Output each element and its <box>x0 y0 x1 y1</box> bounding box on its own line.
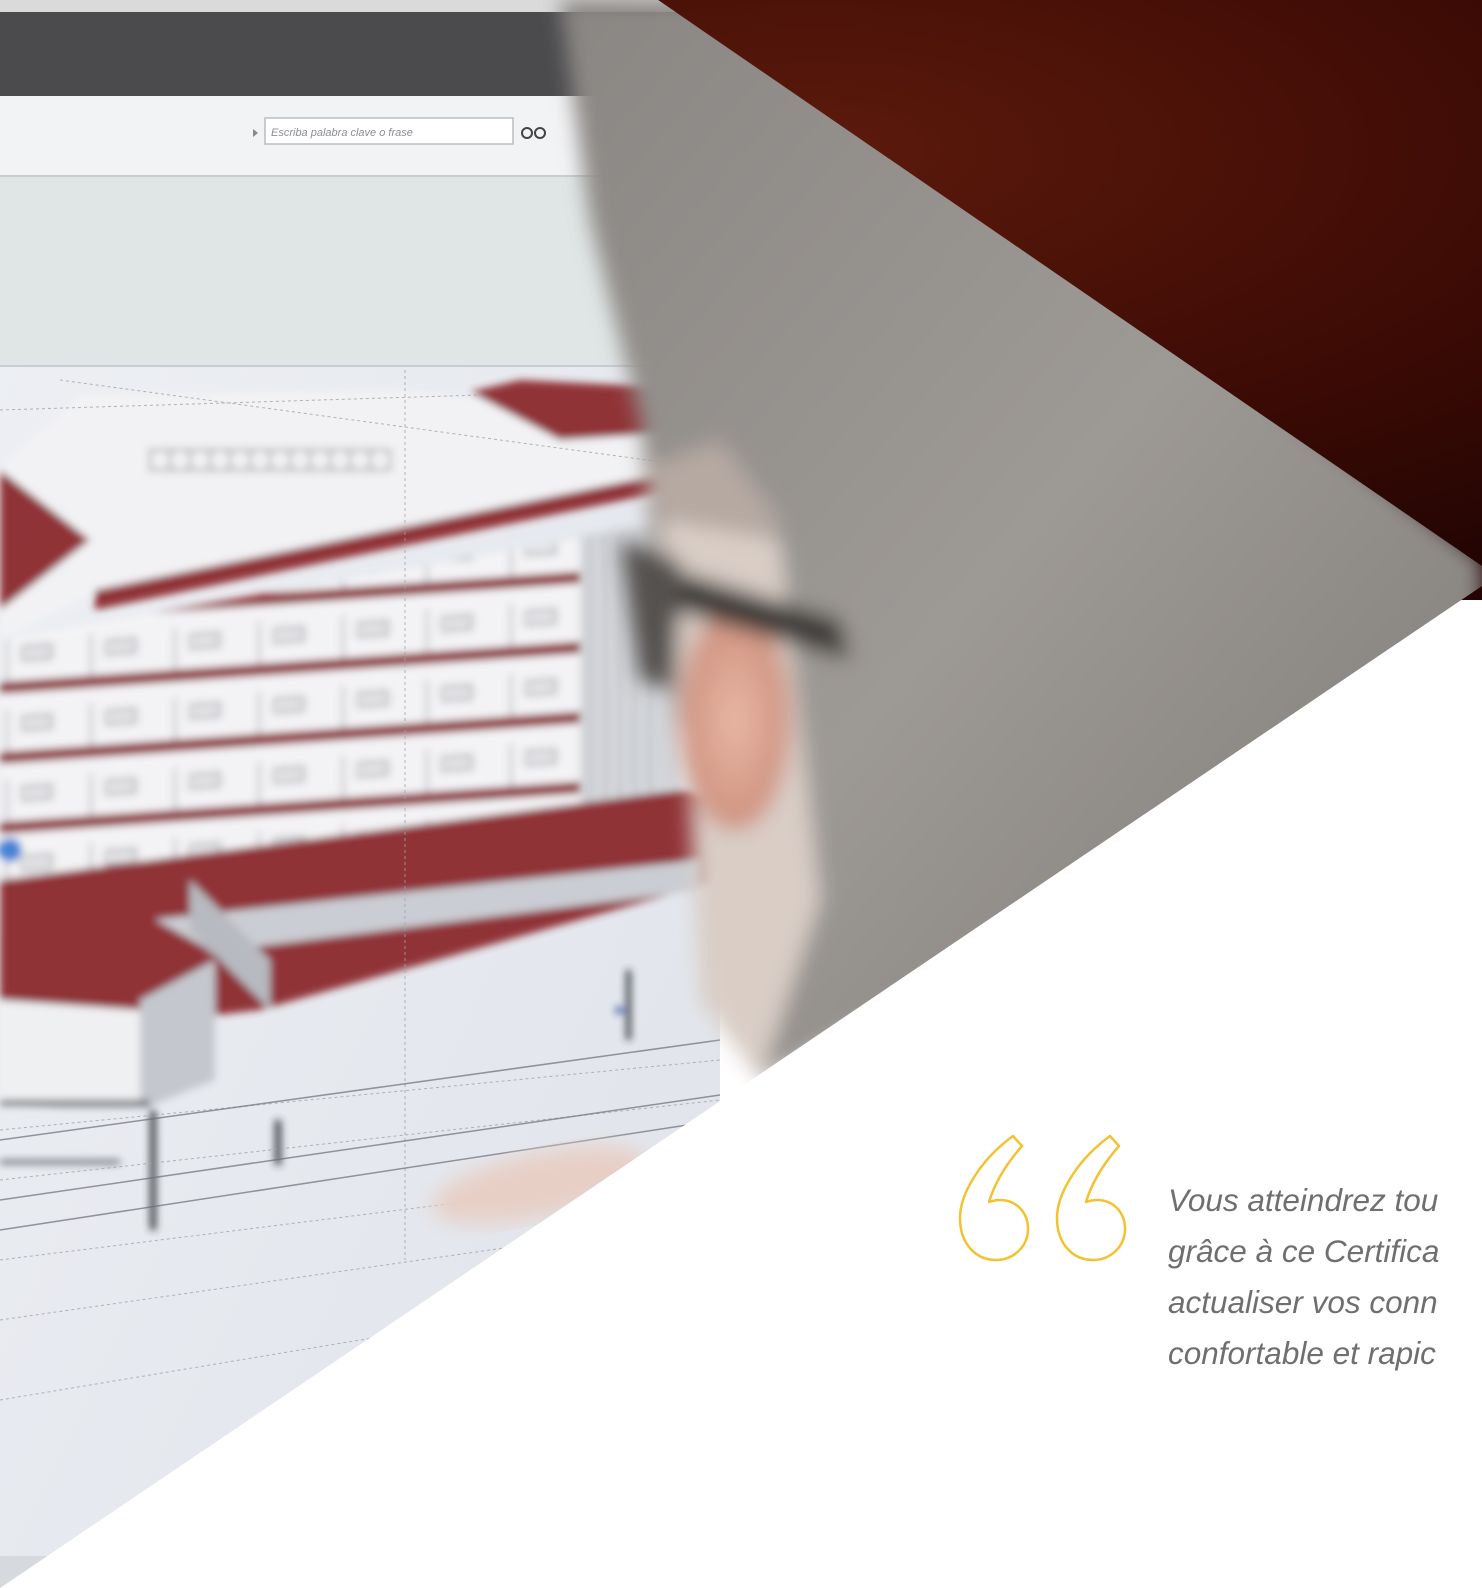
quote-line-4: confortable et rapic <box>1168 1335 1436 1371</box>
quote-line-2: grâce à ce Certifica <box>1168 1233 1440 1269</box>
quote-open-icon <box>958 1134 1127 1262</box>
search-box[interactable]: Escriba palabra clave o frase <box>253 117 546 145</box>
search-input[interactable]: Escriba palabra clave o frase <box>271 127 413 139</box>
testimonial-quote: Vous atteindrez tou grâce à ce Certifica… <box>1168 1175 1482 1379</box>
quote-line-3: actualiser vos conn <box>1168 1284 1438 1320</box>
quote-line-1: Vous atteindrez tou <box>1168 1182 1439 1218</box>
